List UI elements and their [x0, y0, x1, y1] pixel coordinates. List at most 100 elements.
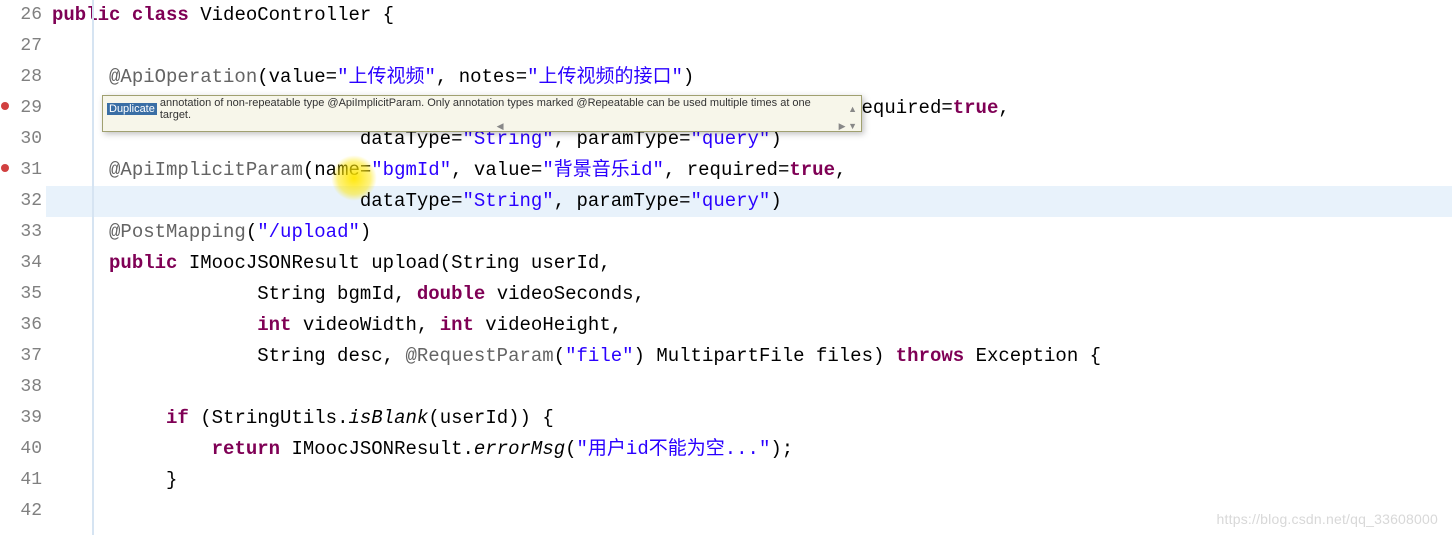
- keyword: int: [257, 314, 291, 336]
- marker-bar: [0, 0, 10, 535]
- line-number: 32: [10, 186, 42, 217]
- code-text: Exception {: [964, 345, 1101, 367]
- method-name: upload: [371, 252, 439, 274]
- code-line[interactable]: }: [46, 465, 1452, 496]
- string-literal: "上传视频": [337, 66, 436, 88]
- tooltip-highlight: Duplicate: [107, 103, 157, 115]
- keyword: true: [953, 97, 999, 119]
- annotation: @ApiOperation: [109, 66, 257, 88]
- annotation: @ApiImplicitParam: [109, 159, 303, 181]
- code-text: , notes=: [436, 66, 527, 88]
- annotation: @RequestParam: [405, 345, 553, 367]
- scroll-down-icon[interactable]: ◀ ▶ ▼: [103, 122, 861, 130]
- keyword: public: [109, 252, 177, 274]
- tooltip-message: annotation of non-repeatable type @ApiIm…: [160, 97, 844, 121]
- error-marker[interactable]: [1, 164, 9, 172]
- scroll-up-icon[interactable]: ▲: [848, 104, 857, 114]
- line-number: 31: [10, 155, 42, 186]
- line-number: 28: [10, 62, 42, 93]
- code-text: (value=: [257, 66, 337, 88]
- code-line-current[interactable]: dataType="String", paramType="query"): [46, 186, 1452, 217]
- line-number: 26: [10, 0, 42, 31]
- code-line[interactable]: String desc, @RequestParam("file") Multi…: [46, 341, 1452, 372]
- static-method: errorMsg: [474, 438, 565, 460]
- code-area[interactable]: public class VideoController { @ApiOpera…: [46, 0, 1452, 535]
- line-number: 41: [10, 465, 42, 496]
- code-text: (StringUtils.: [189, 407, 349, 429]
- keyword: if: [166, 407, 189, 429]
- code-line[interactable]: int videoWidth, int videoHeight,: [46, 310, 1452, 341]
- annotation: @PostMapping: [109, 221, 246, 243]
- code-text: ): [770, 190, 781, 212]
- line-number: 36: [10, 310, 42, 341]
- code-text: dataType=: [52, 190, 462, 212]
- watermark: https://blog.csdn.net/qq_33608000: [1217, 511, 1438, 527]
- keyword: throws: [896, 345, 964, 367]
- string-literal: "上传视频的接口": [527, 66, 683, 88]
- code-line[interactable]: if (StringUtils.isBlank(userId)) {: [46, 403, 1452, 434]
- code-editor[interactable]: 26 27 28 29 30 31 32 33 34 35 36 37 38 3…: [0, 0, 1452, 535]
- code-text: ) MultipartFile files): [634, 345, 896, 367]
- code-text: ): [360, 221, 371, 243]
- code-text: ,: [998, 97, 1009, 119]
- code-line[interactable]: [46, 372, 1452, 403]
- folding-guide: [92, 0, 94, 535]
- line-number: 35: [10, 279, 42, 310]
- error-tooltip[interactable]: Duplicate annotation of non-repeatable t…: [102, 95, 862, 132]
- line-number-gutter: 26 27 28 29 30 31 32 33 34 35 36 37 38 3…: [10, 0, 46, 535]
- keyword: public: [52, 4, 120, 26]
- string-literal: "背景音乐id": [542, 159, 664, 181]
- code-text: videoSeconds,: [485, 283, 645, 305]
- code-text: ,: [835, 159, 846, 181]
- code-text: IMoocJSONResult: [177, 252, 371, 274]
- code-line[interactable]: public IMoocJSONResult upload(String use…: [46, 248, 1452, 279]
- keyword: class: [132, 4, 189, 26]
- code-text: videoHeight,: [474, 314, 622, 336]
- code-line[interactable]: return IMoocJSONResult.errorMsg("用户id不能为…: [46, 434, 1452, 465]
- line-number: 42: [10, 496, 42, 527]
- code-text: String desc,: [257, 345, 405, 367]
- code-line[interactable]: public class VideoController {: [46, 0, 1452, 31]
- code-line[interactable]: @PostMapping("/upload"): [46, 217, 1452, 248]
- string-literal: "query": [691, 190, 771, 212]
- class-name: VideoController {: [189, 4, 394, 26]
- static-method: isBlank: [348, 407, 428, 429]
- line-number: 27: [10, 31, 42, 62]
- string-literal: "bgmId": [371, 159, 451, 181]
- keyword: return: [212, 438, 280, 460]
- code-text: (: [246, 221, 257, 243]
- code-line[interactable]: @ApiImplicitParam(name="bgmId", value="背…: [46, 155, 1452, 186]
- keyword: double: [417, 283, 485, 305]
- line-number: 38: [10, 372, 42, 403]
- code-text: String bgmId,: [257, 283, 417, 305]
- code-text: (name=: [303, 159, 371, 181]
- line-number: 39: [10, 403, 42, 434]
- code-text: , paramType=: [554, 190, 691, 212]
- code-text: );: [770, 438, 793, 460]
- code-line[interactable]: String bgmId, double videoSeconds,: [46, 279, 1452, 310]
- line-number: 30: [10, 124, 42, 155]
- code-text: , value=: [451, 159, 542, 181]
- keyword: true: [789, 159, 835, 181]
- keyword: int: [440, 314, 474, 336]
- code-text: (userId)) {: [428, 407, 553, 429]
- line-number: 33: [10, 217, 42, 248]
- code-line[interactable]: [46, 31, 1452, 62]
- code-line[interactable]: @ApiOperation(value="上传视频", notes="上传视频的…: [46, 62, 1452, 93]
- code-text: (: [554, 345, 565, 367]
- code-text: ): [683, 66, 694, 88]
- error-marker[interactable]: [1, 102, 9, 110]
- code-text: (String userId,: [440, 252, 611, 274]
- string-literal: "file": [565, 345, 633, 367]
- line-number: 29: [10, 93, 42, 124]
- code-text: , required=: [664, 159, 789, 181]
- string-literal: "用户id不能为空...": [577, 438, 771, 460]
- line-number: 40: [10, 434, 42, 465]
- line-number: 34: [10, 248, 42, 279]
- string-literal: "/upload": [257, 221, 360, 243]
- code-text: }: [166, 469, 177, 491]
- code-text: IMoocJSONResult.: [280, 438, 474, 460]
- line-number: 37: [10, 341, 42, 372]
- code-text: (: [565, 438, 576, 460]
- code-text: videoWidth,: [291, 314, 439, 336]
